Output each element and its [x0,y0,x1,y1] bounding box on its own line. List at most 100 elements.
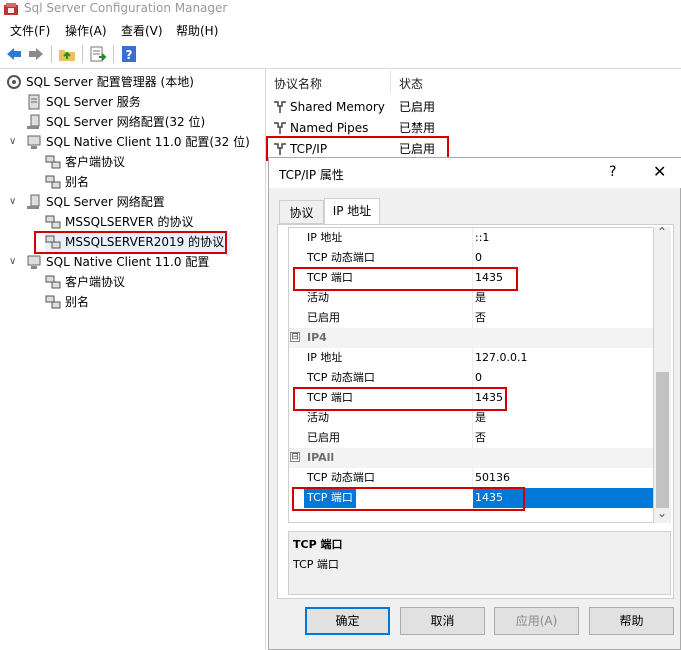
grid-category-ipall[interactable]: ⊟ IPAll [289,448,653,468]
description-panel: TCP 端口 TCP 端口 [288,531,671,595]
tree-item-label: SQL Server 网络配置(32 位) [46,115,206,129]
cancel-button[interactable]: 取消 [400,607,485,635]
tree-item-mssqlserver-protocols[interactable]: MSSQLSERVER 的协议 [45,212,245,232]
highlight-box [292,487,525,511]
grid-divider [472,348,473,368]
grid-category-ip4[interactable]: ⊟ IP4 [289,328,653,348]
alias-icon [45,175,61,189]
scroll-up-icon[interactable]: ⌃ [657,225,667,239]
property-value: 是 [475,291,486,304]
forward-arrow-icon[interactable] [27,45,45,63]
collapse-toggle-icon[interactable]: ⊟ [290,332,300,342]
scroll-thumb[interactable] [656,372,669,508]
tree-item-label: 别名 [65,175,90,189]
tree-item-native-client-32[interactable]: SQL Native Client 11.0 配置(32 位) [26,132,256,152]
tree-item-client-protocols-32[interactable]: 客户端协议 [45,152,245,172]
tree-item-network-config-32[interactable]: SQL Server 网络配置(32 位) [26,112,256,132]
protocol-name: Shared Memory [290,100,385,114]
property-value: 0 [475,371,482,384]
tree-item-label: SQL Server 服务 [46,95,141,109]
window-title: Sql Server Configuration Manager [24,1,228,15]
property-value: 否 [475,431,486,444]
tree-item-alias[interactable]: 别名 [45,292,245,312]
grid-divider [472,308,473,328]
back-arrow-icon[interactable] [5,45,23,63]
grid-row[interactable]: TCP 动态端口 0 [289,368,653,388]
property-value: 0 [475,251,482,264]
protocol-icon [45,155,61,169]
highlight-box [34,231,227,254]
category-name: IPAll [307,451,335,464]
tab-ip-address[interactable]: IP 地址 [324,198,380,224]
tab-panel: IP 地址 ::1 TCP 动态端口 0 TCP 端口 1435 活动 是 已启… [277,224,674,599]
grid-row[interactable]: 活动 是 [289,408,653,428]
tree-item-label: 客户端协议 [65,155,126,169]
vertical-scrollbar[interactable]: ⌃ ⌄ [654,225,671,523]
tree-item-config-manager[interactable]: SQL Server 配置管理器 (本地) [6,72,256,92]
chevron-down-icon[interactable]: ∨ [9,132,19,152]
collapse-toggle-icon[interactable]: ⊟ [290,452,300,462]
grid-row[interactable]: TCP 动态端口 50136 [289,468,653,488]
dialog-title-bar: TCP/IP 属性 ? ✕ [269,158,681,188]
menu-bar: 文件(F) 操作(A) 查看(V) 帮助(H) [0,19,681,40]
tree-item-label: 别名 [65,295,90,309]
apply-button[interactable]: 应用(A) [494,607,579,635]
menu-help[interactable]: 帮助(H) [176,22,218,39]
chevron-down-icon[interactable]: ∨ [9,192,19,212]
protocol-icon [45,215,61,229]
grid-row[interactable]: 活动 是 [289,288,653,308]
property-name: TCP 动态端口 [307,471,375,484]
column-header-status[interactable]: 状态 [399,75,423,92]
network-config-icon [27,194,40,209]
property-name: 已启用 [307,431,340,444]
column-header-name[interactable]: 协议名称 [274,75,322,92]
grid-row[interactable]: TCP 动态端口 0 [289,248,653,268]
close-icon[interactable]: ✕ [653,162,666,181]
tree-item-native-client[interactable]: SQL Native Client 11.0 配置 [26,252,256,272]
grid-row[interactable]: IP 地址 127.0.0.1 [289,348,653,368]
tree-item-label: SQL Native Client 11.0 配置 [46,255,210,269]
help-icon[interactable]: ? [120,45,138,63]
property-value: 是 [475,411,486,424]
protocol-row-named-pipes[interactable]: Named Pipes 已禁用 [270,118,570,138]
tree-item-network-config[interactable]: SQL Server 网络配置 [26,192,256,212]
grid-row[interactable]: 已启用 否 [289,308,653,328]
help-button[interactable]: 帮助 [589,607,674,635]
alias-icon [45,295,61,309]
grid-divider [472,428,473,448]
description-text: TCP 端口 [293,558,339,571]
tcp-ip-properties-dialog: TCP/IP 属性 ? ✕ 协议 IP 地址 IP 地址 ::1 TCP 动态端… [268,157,681,650]
tree-item-label: SQL Server 配置管理器 (本地) [26,75,194,89]
toolbar-separator [82,45,83,63]
property-value: 50136 [475,471,510,484]
folder-up-icon[interactable] [58,45,76,63]
tree-item-client-protocols[interactable]: 客户端协议 [45,272,245,292]
toolbar: ? [0,40,681,69]
toolbar-separator [113,45,114,63]
dialog-help-button[interactable]: ? [609,164,616,180]
highlight-box [293,267,518,291]
tree-item-sql-services[interactable]: SQL Server 服务 [26,92,256,112]
grid-divider [472,288,473,308]
tree-item-alias-32[interactable]: 别名 [45,172,245,192]
grid-row[interactable]: IP 地址 ::1 [289,228,653,248]
tab-protocol[interactable]: 协议 [279,200,324,224]
ok-button[interactable]: 确定 [305,607,390,635]
menu-action[interactable]: 操作(A) [65,22,107,39]
export-list-icon[interactable] [89,45,107,63]
property-name: 活动 [307,291,329,304]
column-divider [390,71,391,93]
property-name: 活动 [307,411,329,424]
protocol-icon [45,275,61,289]
protocol-icon [274,122,286,134]
menu-view[interactable]: 查看(V) [121,22,163,39]
grid-divider [472,468,473,488]
protocol-row-shared-memory[interactable]: Shared Memory 已启用 [270,97,570,117]
property-name: 已启用 [307,311,340,324]
grid-row[interactable]: 已启用 否 [289,428,653,448]
chevron-down-icon[interactable]: ∨ [9,252,19,272]
app-icon [4,3,18,15]
menu-file[interactable]: 文件(F) [10,22,50,39]
scroll-down-icon[interactable]: ⌄ [657,506,667,520]
property-value: 否 [475,311,486,324]
